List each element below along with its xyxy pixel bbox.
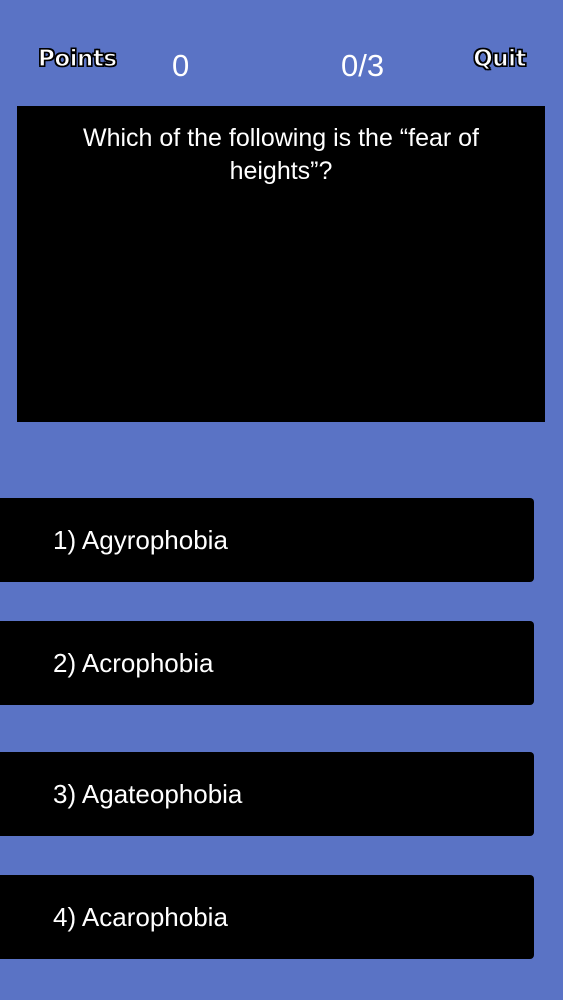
answer-option-4[interactable]: 4) Acarophobia (0, 875, 534, 959)
question-text: Which of the following is the “fear of h… (82, 124, 480, 185)
answer-label: 1) Agyrophobia (53, 525, 228, 555)
points-label: Points (37, 45, 117, 72)
answer-option-3[interactable]: 3) Agateophobia (0, 752, 534, 836)
answer-label: 3) Agateophobia (53, 779, 243, 809)
quiz-screen: Points 0 0/3 Quit Which of the following… (0, 0, 563, 1000)
answer-label: 4) Acarophobia (53, 902, 228, 932)
question-progress: 0/3 (341, 48, 385, 83)
answer-option-2[interactable]: 2) Acrophobia (0, 621, 534, 705)
question-panel: Which of the following is the “fear of h… (17, 106, 545, 422)
score-value: 0 (172, 48, 190, 83)
answer-label: 2) Acrophobia (53, 648, 214, 678)
hud-bar: Points 0 0/3 Quit (0, 40, 563, 90)
quit-button[interactable]: Quit (473, 45, 528, 72)
answer-option-1[interactable]: 1) Agyrophobia (0, 498, 534, 582)
